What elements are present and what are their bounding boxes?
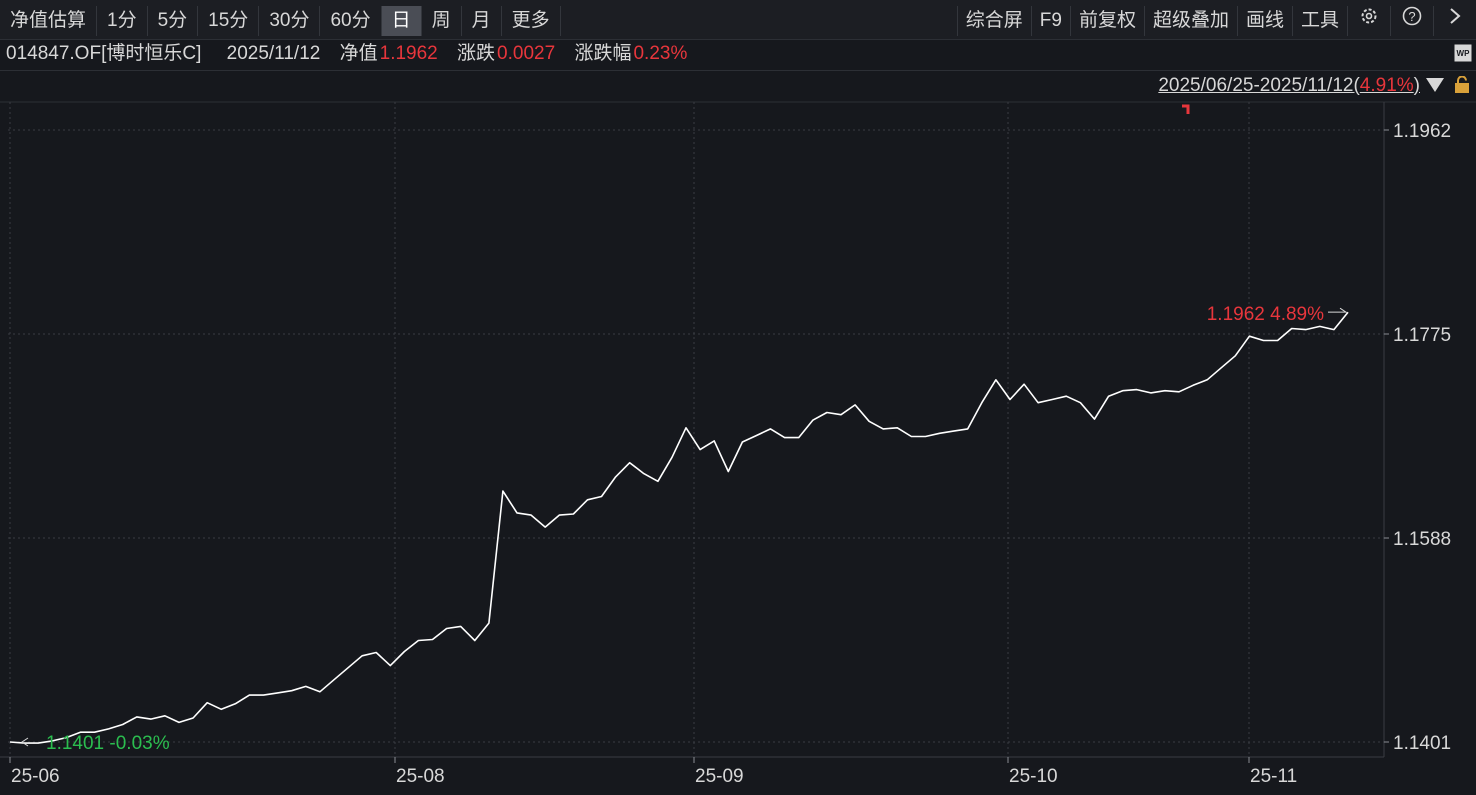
x-tick-label: 25-10 (1009, 766, 1058, 787)
min-label: 1.1401 -0.03% (46, 733, 170, 754)
y-tick-label: 1.1588 (1393, 529, 1451, 550)
x-tick-label: 25-08 (396, 766, 445, 787)
max-arrow (1328, 307, 1348, 313)
max-marker (1182, 104, 1190, 114)
y-tick-label: 1.1401 (1393, 733, 1451, 754)
nav-line-chart: 1.1962 1.1775 1.1588 1.1401 25-06 25-08 25-09 2… (0, 101, 1476, 787)
nav-series-line (9, 311, 1349, 744)
max-label: 1.1962 4.89% (1207, 304, 1324, 325)
x-tick-label: 25-09 (695, 766, 744, 787)
y-tick-label: 1.1775 (1393, 325, 1451, 346)
x-tick-label: 25-06 (11, 766, 60, 787)
y-tick-label: 1.1962 (1393, 121, 1451, 142)
x-tick-label: 25-11 (1250, 766, 1297, 787)
